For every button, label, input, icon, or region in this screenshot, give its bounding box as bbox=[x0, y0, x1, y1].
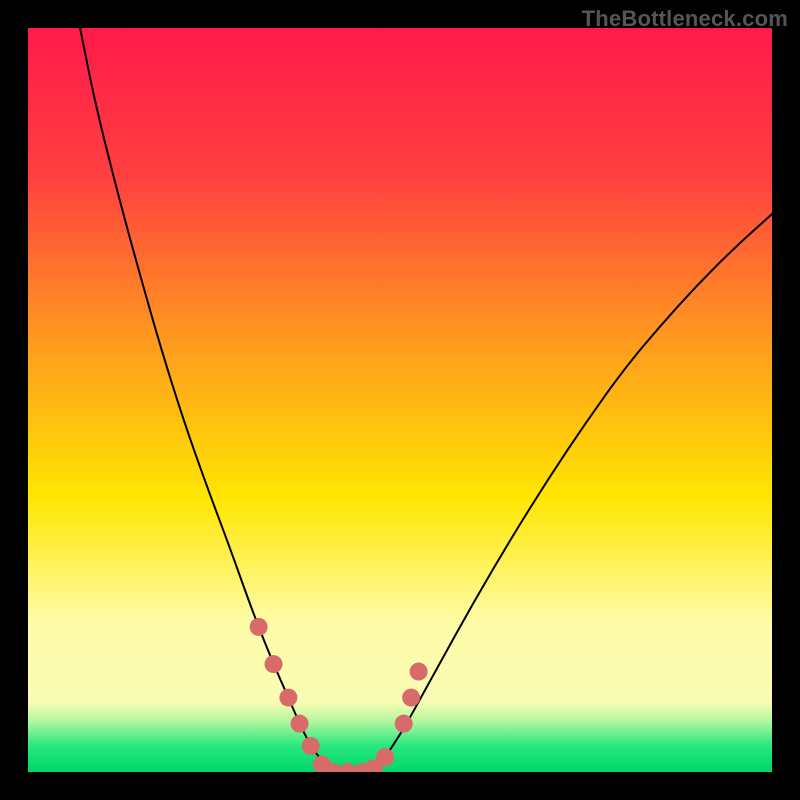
marker-point bbox=[279, 689, 297, 707]
chart-background bbox=[28, 28, 772, 772]
chart-frame bbox=[28, 28, 772, 772]
marker-point bbox=[402, 689, 420, 707]
marker-point bbox=[376, 748, 394, 766]
bottleneck-chart bbox=[28, 28, 772, 772]
marker-point bbox=[302, 737, 320, 755]
marker-point bbox=[291, 715, 309, 733]
marker-point bbox=[250, 618, 268, 636]
marker-point bbox=[410, 663, 428, 681]
marker-point bbox=[265, 655, 283, 673]
marker-point bbox=[395, 715, 413, 733]
